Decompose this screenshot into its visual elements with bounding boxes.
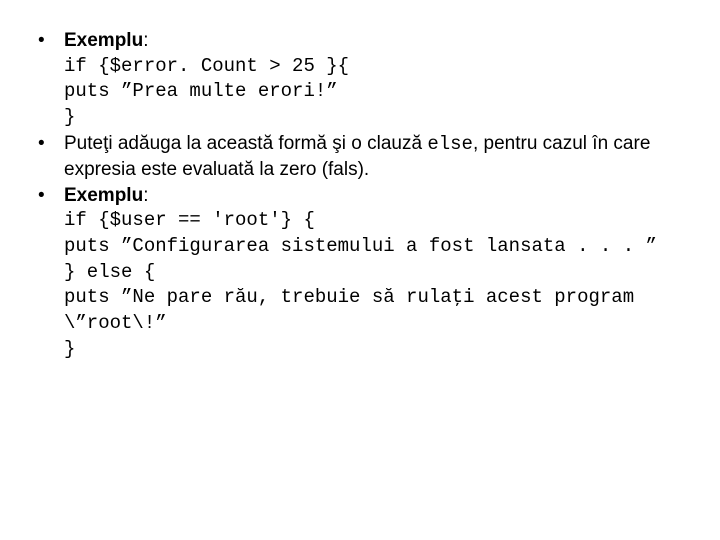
text-pre: Puteţi adăuga la această formă şi o clau… (64, 133, 427, 154)
code-line: puts ”Prea multe erori!” (64, 79, 700, 105)
code-line: if {$user == 'root'} { (64, 208, 700, 234)
example-label: Exemplu (64, 185, 143, 206)
bullet-item-2: Puteţi adăuga la această formă şi o clau… (20, 131, 700, 183)
code-line: puts ”Ne pare rău, trebuie să rulaţi ace… (64, 285, 700, 336)
code-line: } (64, 105, 700, 131)
bullet-item-1: Exemplu: if {$error. Count > 25 }{ puts … (20, 28, 700, 131)
colon: : (143, 30, 148, 51)
colon: : (143, 185, 148, 206)
bullet-item-3: Exemplu: if {$user == 'root'} { puts ”Co… (20, 183, 700, 362)
code-line: puts ”Configurarea sistemului a fost lan… (64, 234, 700, 260)
code-line: } (64, 337, 700, 363)
code-line: } else { (64, 260, 700, 286)
bullet-list: Exemplu: if {$error. Count > 25 }{ puts … (20, 28, 700, 362)
example-label: Exemplu (64, 30, 143, 51)
code-line: if {$error. Count > 25 }{ (64, 54, 700, 80)
slide-body: Exemplu: if {$error. Count > 25 }{ puts … (0, 0, 720, 382)
code-word-else: else (427, 133, 473, 155)
